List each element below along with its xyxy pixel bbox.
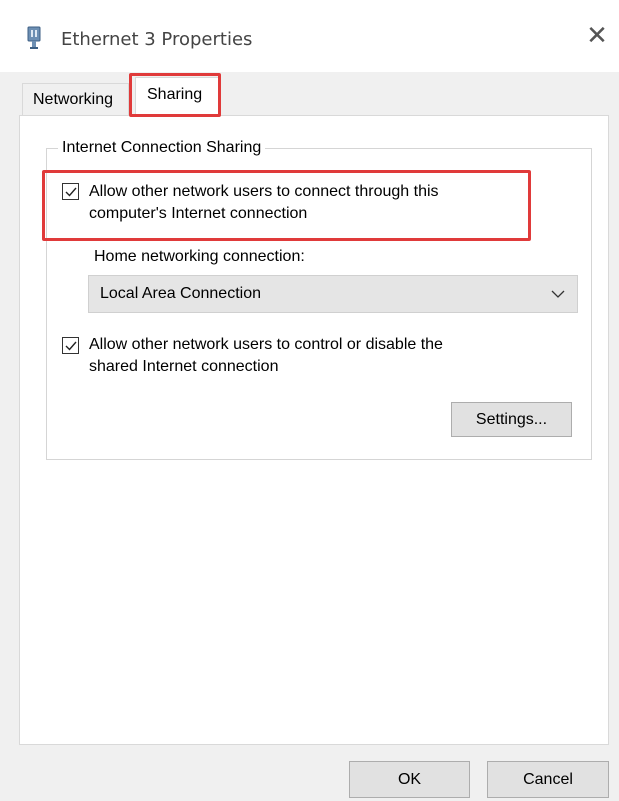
allow-control-label-line2[interactable]: shared Internet connection (89, 357, 278, 377)
allow-connect-highlight (42, 170, 531, 241)
ok-button[interactable]: OK (349, 761, 470, 798)
tab-networking[interactable]: Networking (22, 83, 129, 115)
sharing-tab-highlight (129, 73, 221, 117)
settings-button[interactable]: Settings... (451, 402, 572, 437)
group-title: Internet Connection Sharing (58, 139, 266, 157)
properties-dialog: Ethernet 3 Properties ✕ Networking Shari… (0, 0, 619, 801)
network-adapter-icon (26, 26, 42, 50)
home-networking-select[interactable]: Local Area Connection (88, 275, 578, 313)
cancel-button[interactable]: Cancel (487, 761, 609, 798)
window-title: Ethernet 3 Properties (61, 29, 253, 50)
chevron-down-icon (551, 287, 565, 306)
home-networking-label: Home networking connection: (94, 248, 305, 265)
title-bar: Ethernet 3 Properties ✕ (0, 0, 619, 72)
allow-control-checkbox[interactable] (62, 337, 79, 354)
home-networking-value: Local Area Connection (100, 285, 261, 302)
allow-control-label-line1[interactable]: Allow other network users to control or … (89, 335, 443, 355)
checkmark-icon (65, 341, 77, 351)
close-button[interactable]: ✕ (585, 23, 609, 49)
